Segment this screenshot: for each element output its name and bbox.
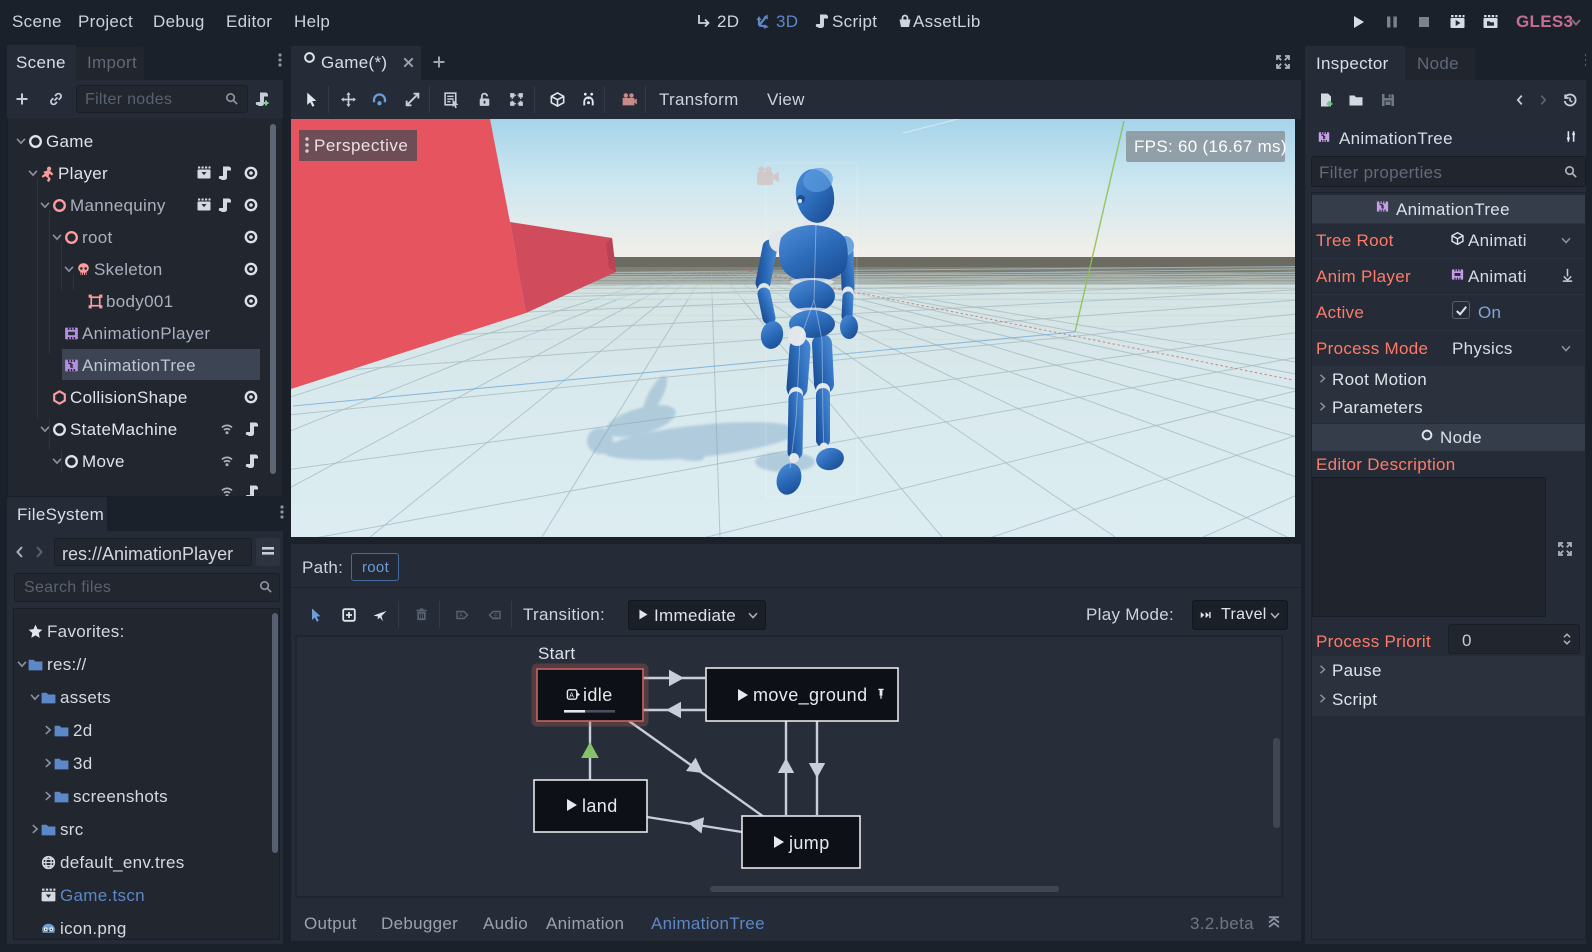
svg-text:land: land <box>582 796 618 816</box>
svg-text:idle: idle <box>583 685 613 705</box>
svg-text:jump: jump <box>788 833 830 853</box>
svg-text:Start: Start <box>538 644 575 663</box>
svg-text:A: A <box>569 692 574 699</box>
svg-text:move_ground: move_ground <box>753 685 867 706</box>
